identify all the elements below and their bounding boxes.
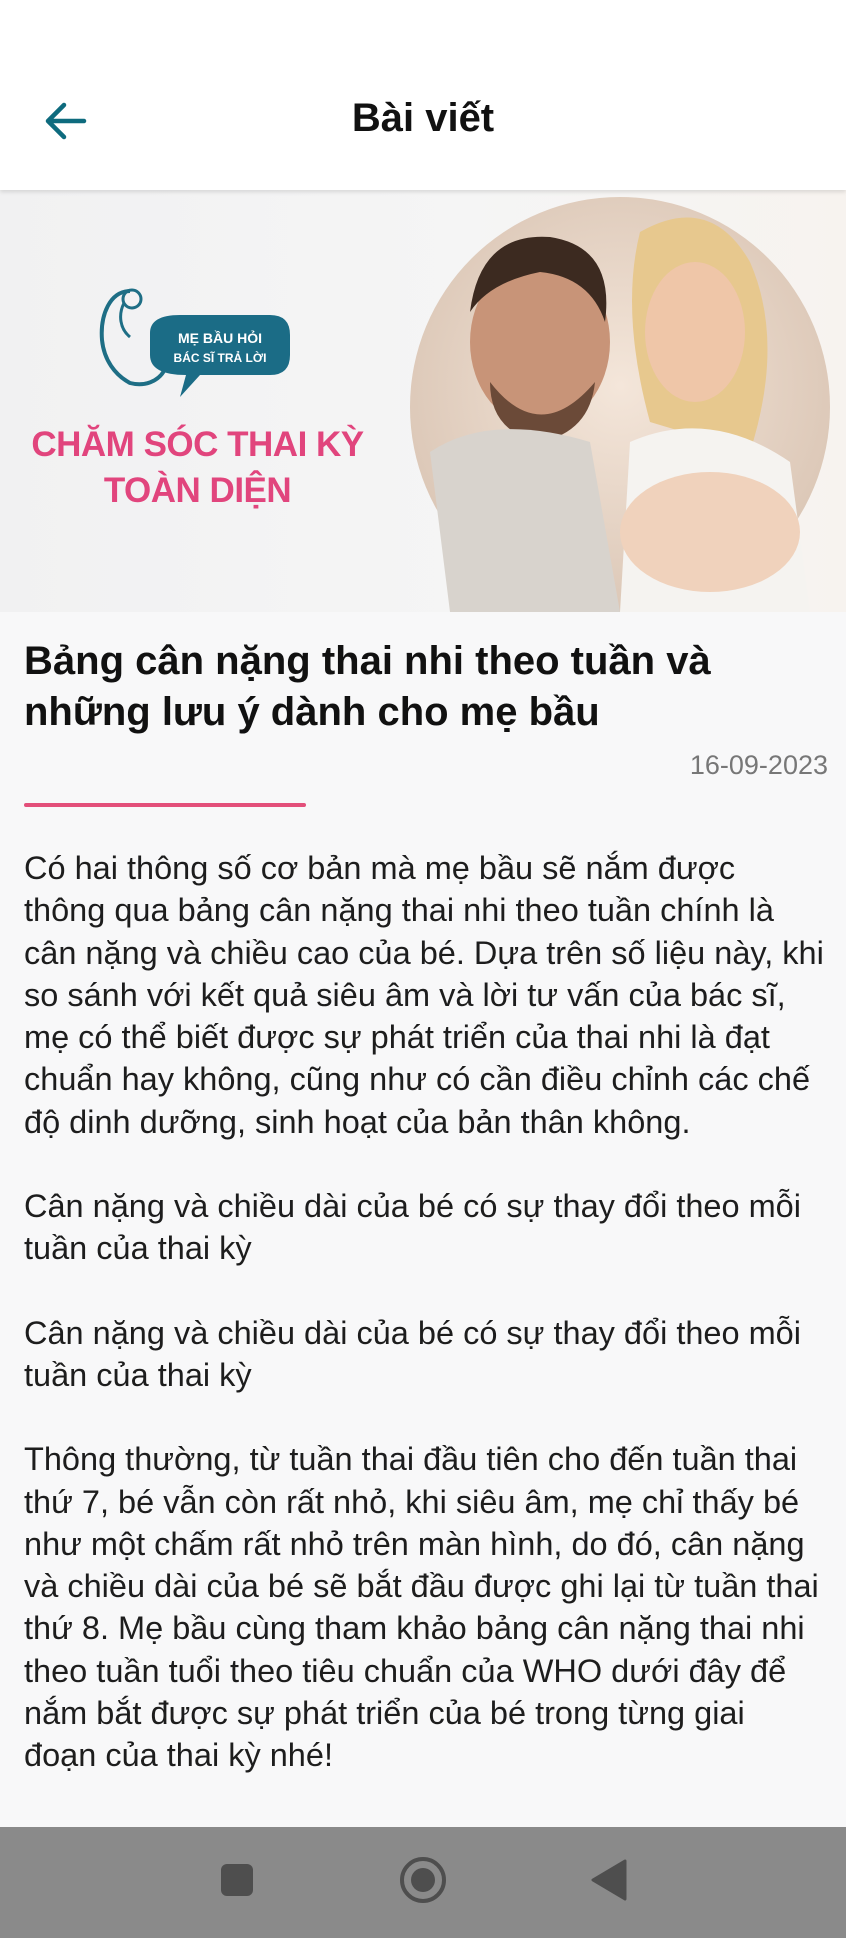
system-navigation-bar <box>0 1827 846 1938</box>
couple-photo <box>410 197 830 612</box>
triangle-back-icon <box>589 1858 629 1907</box>
circle-home-icon <box>399 1856 447 1909</box>
pregnancy-logo-icon: MẸ BẦU HỎI BÁC SĨ TRẢ LỜI <box>99 288 290 397</box>
article-date: 16-09-2023 <box>689 750 828 780</box>
article-title: Bảng cân nặng thai nhi theo tuần và nhữn… <box>24 639 711 734</box>
system-back-button[interactable] <box>579 1853 639 1913</box>
article-banner-image: MẸ BẦU HỎI BÁC SĨ TRẢ LỜI CHĂM SÓC THAI … <box>0 190 846 612</box>
article-body: Có hai thông số cơ bản mà mẹ bầu sẽ nắm … <box>24 847 824 1777</box>
article-paragraph: Cân nặng và chiều dài của bé có sự thay … <box>24 1188 801 1267</box>
banner-headline-line1: CHĂM SÓC THAI KỲ <box>31 425 364 464</box>
article-paragraph: Có hai thông số cơ bản mà mẹ bầu sẽ nắm … <box>24 850 824 1140</box>
svg-text:BÁC SĨ TRẢ LỜI: BÁC SĨ TRẢ LỜI <box>174 350 267 365</box>
recents-button[interactable] <box>207 1853 267 1913</box>
article-content: Bảng cân nặng thai nhi theo tuần và nhữn… <box>24 612 828 1819</box>
article-paragraph: Thông thường, từ tuần thai đầu tiên cho … <box>24 1441 819 1774</box>
article-paragraph: Cân nặng và chiều dài của bé có sự thay … <box>24 1314 801 1393</box>
svg-text:MẸ BẦU HỎI: MẸ BẦU HỎI <box>178 329 262 346</box>
square-icon <box>219 1862 255 1903</box>
page-title: Bài viết <box>351 96 495 140</box>
home-button[interactable] <box>393 1853 453 1913</box>
banner-headline: CHĂM SÓC THAI KỲ TOÀN DIỆN <box>0 422 395 514</box>
banner-headline-line2: TOÀN DIỆN <box>103 471 292 510</box>
title-divider <box>24 803 306 807</box>
app-bar: Bài viết <box>0 0 846 190</box>
